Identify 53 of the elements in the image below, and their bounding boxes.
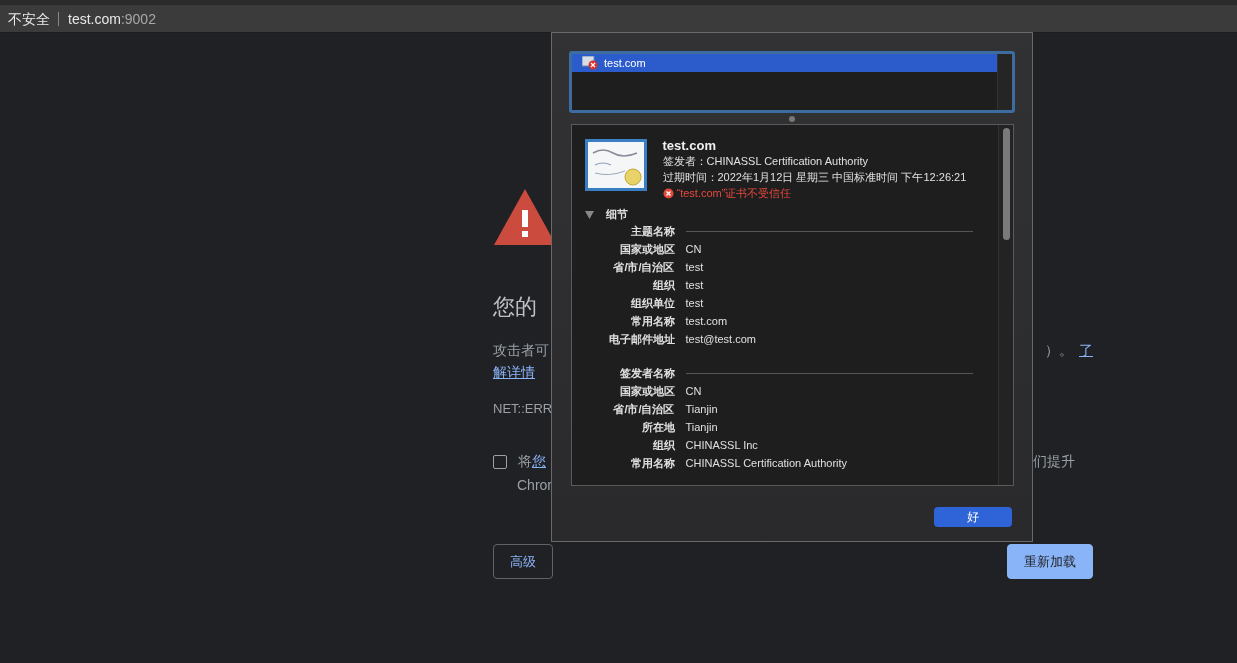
- report-checkbox[interactable]: [493, 455, 507, 469]
- field-value: Tianjin: [685, 421, 719, 433]
- error-code: NET::ERR: [493, 401, 553, 416]
- field-label: 国家或地区: [618, 241, 675, 257]
- certificate-name: test.com: [662, 139, 717, 152]
- report-text: 将: [518, 453, 532, 471]
- section-title: 主题名称: [629, 223, 675, 239]
- details-label: 细节: [605, 207, 628, 222]
- field-label: 所在地: [640, 419, 675, 435]
- error-icon: [662, 188, 674, 199]
- disclosure-triangle-icon[interactable]: [584, 210, 594, 219]
- issuer-text: 签发者：CHINASSL Certification Authority: [662, 155, 870, 168]
- field-label: 组织: [651, 277, 675, 293]
- expiry-text: 过期时间：2022年1月12日 星期三 中国标准时间 下午12:26:21: [662, 171, 967, 184]
- field-value: test: [685, 297, 705, 309]
- field-value: CN: [685, 243, 703, 255]
- learn-more-link[interactable]: 解详情: [493, 364, 535, 382]
- field-value: CN: [685, 385, 703, 397]
- reload-button[interactable]: 重新加载: [1007, 544, 1093, 579]
- splitter-handle[interactable]: [789, 116, 795, 122]
- field-value: CHINASSL Inc: [685, 439, 759, 451]
- security-label[interactable]: 不安全: [8, 11, 59, 26]
- advanced-button[interactable]: 高级: [493, 544, 553, 579]
- field-value: test: [685, 279, 705, 291]
- privacy-link[interactable]: 您: [532, 453, 546, 471]
- scrollbar-thumb[interactable]: [1002, 128, 1010, 240]
- field-label: 组织: [651, 437, 675, 453]
- field-value: test: [685, 261, 705, 273]
- section-title: 签发者名称: [618, 365, 675, 381]
- scrollbar-track[interactable]: [997, 54, 1012, 110]
- field-label: 省/市/自治区: [612, 259, 675, 275]
- report-text: Chror: [517, 477, 552, 493]
- field-label: 电子邮件地址: [607, 331, 675, 347]
- field-value: Tianjin: [685, 403, 719, 415]
- field-label: 组织单位: [629, 295, 675, 311]
- field-label: 省/市/自治区: [612, 401, 675, 417]
- report-text: 们提升: [1033, 453, 1075, 471]
- field-value: test.com: [685, 315, 729, 327]
- ok-button[interactable]: 好: [934, 507, 1012, 527]
- certificate-list-item[interactable]: test.com: [572, 54, 1000, 72]
- page-heading: 您的: [493, 293, 537, 321]
- certificate-error-icon: [582, 56, 598, 70]
- field-label: 常用名称: [629, 313, 675, 329]
- field-value: CHINASSL Certification Authority: [685, 457, 849, 469]
- description-text: ）。: [1045, 342, 1073, 360]
- field-label: 国家或地区: [618, 383, 675, 399]
- certificate-icon: [584, 139, 647, 191]
- description-text: 攻击者可: [493, 342, 549, 360]
- field-label: 常用名称: [629, 455, 675, 471]
- field-value: test@test.com: [685, 333, 757, 345]
- learn-more-link[interactable]: 了: [1079, 342, 1093, 360]
- trust-error-text: “test.com”证书不受信任: [676, 187, 792, 200]
- url-text[interactable]: test.com:9002: [68, 10, 156, 27]
